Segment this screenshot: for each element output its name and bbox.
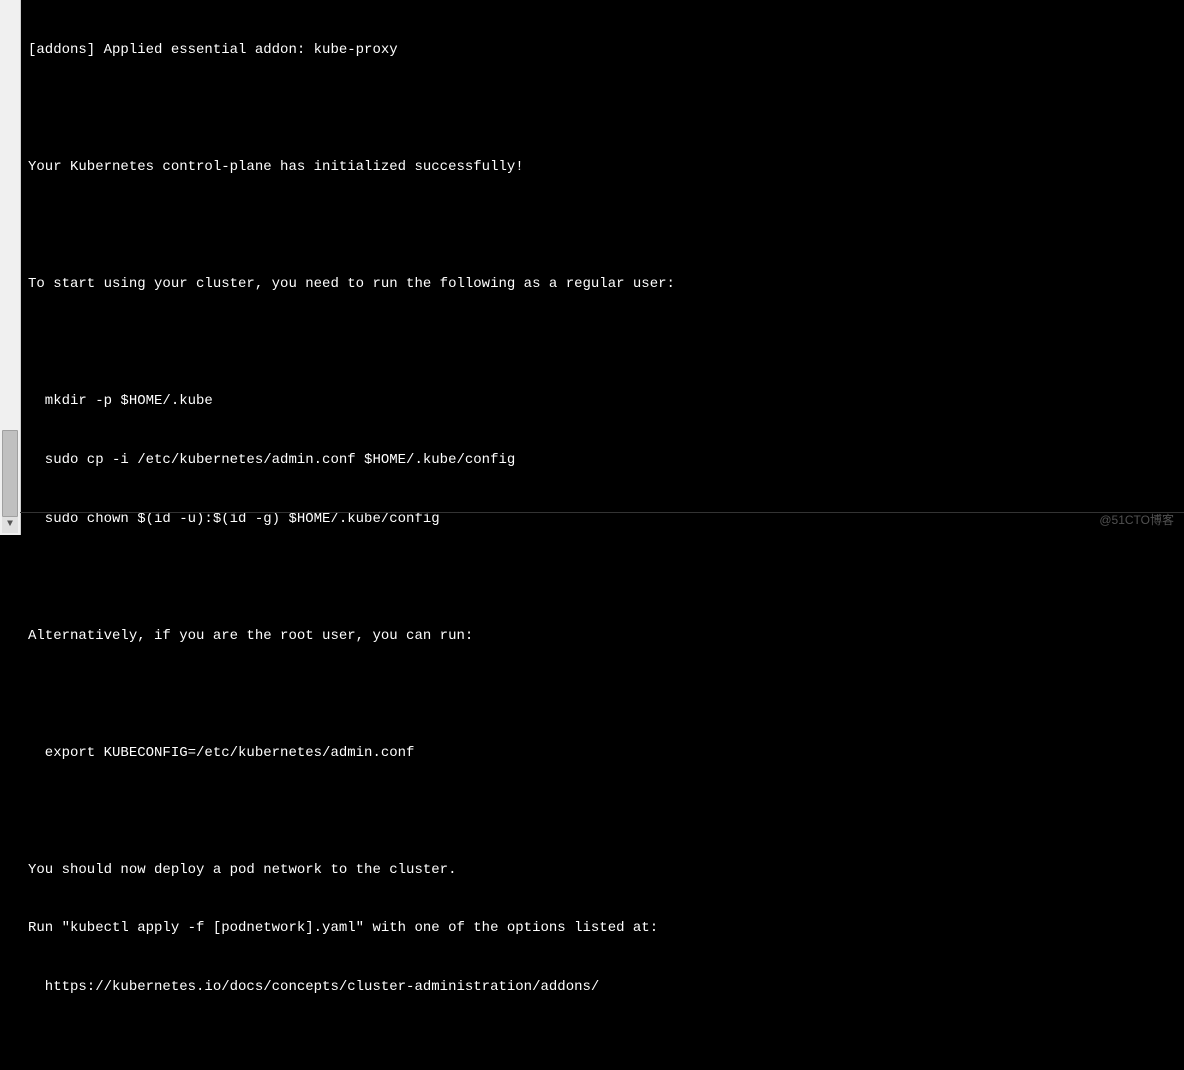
- terminal-line: [28, 100, 1180, 119]
- terminal-line: https://kubernetes.io/docs/concepts/clus…: [28, 978, 1180, 998]
- terminal-line: [28, 334, 1180, 353]
- terminal-line: [28, 1037, 1180, 1056]
- scrollbar-thumb[interactable]: [2, 430, 18, 517]
- terminal-line: Run "kubectl apply -f [podnetwork].yaml"…: [28, 919, 1180, 939]
- terminal-line: Alternatively, if you are the root user,…: [28, 627, 1180, 647]
- scroll-down-arrow[interactable]: ▼: [2, 517, 18, 533]
- vertical-scrollbar[interactable]: ▼: [0, 0, 21, 535]
- terminal-line: [28, 217, 1180, 236]
- terminal-output[interactable]: [addons] Applied essential addon: kube-p…: [0, 0, 1184, 1070]
- terminal-line: You should now deploy a pod network to t…: [28, 861, 1180, 881]
- terminal-line: [28, 802, 1180, 821]
- terminal-line: To start using your cluster, you need to…: [28, 275, 1180, 295]
- terminal-line: Your Kubernetes control-plane has initia…: [28, 158, 1180, 178]
- divider: [20, 512, 1184, 513]
- terminal-line: [addons] Applied essential addon: kube-p…: [28, 41, 1180, 61]
- terminal-line: export KUBECONFIG=/etc/kubernetes/admin.…: [28, 744, 1180, 764]
- watermark-text: @51CTO博客: [1099, 512, 1174, 529]
- terminal-line: [28, 685, 1180, 704]
- terminal-line: [28, 568, 1180, 587]
- terminal-line: sudo cp -i /etc/kubernetes/admin.conf $H…: [28, 451, 1180, 471]
- terminal-line: mkdir -p $HOME/.kube: [28, 392, 1180, 412]
